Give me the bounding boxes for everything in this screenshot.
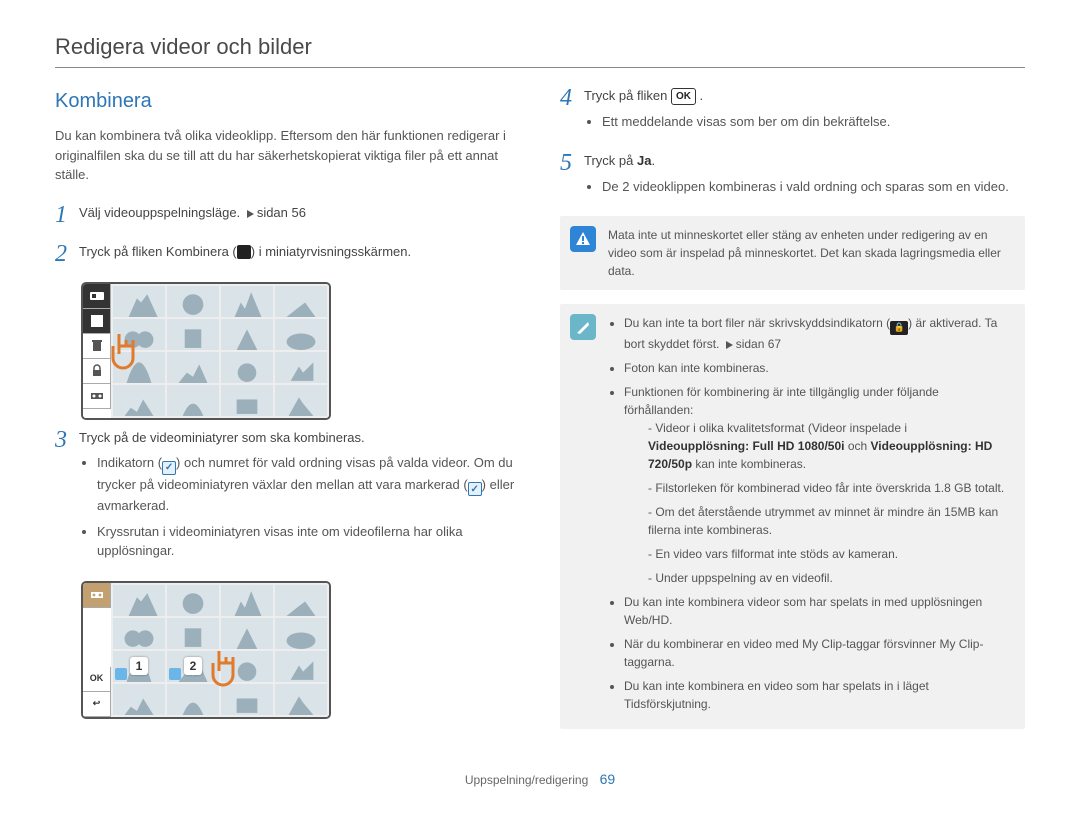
- note-icon: [570, 314, 596, 340]
- warning-text: Mata inte ut minneskortet eller stäng av…: [608, 228, 1001, 278]
- step-3-wrapper: 3 Tryck på de videominiatyrer som ska ko…: [55, 428, 520, 567]
- side-tab-clip-icon: [83, 309, 111, 334]
- title-rule: [55, 67, 1025, 68]
- step-2-before: Tryck på fliken Kombinera (: [79, 244, 237, 259]
- step-3-bullet-1: Indikatorn (✓) och numret för vald ordni…: [97, 453, 520, 516]
- thumbnail-screen-1: [81, 282, 331, 420]
- selected-thumb-2: 2: [167, 651, 219, 682]
- step-4-after: .: [696, 88, 703, 103]
- warning-box: Mata inte ut minneskortet eller stäng av…: [560, 216, 1025, 290]
- side-tab-delete-icon: [83, 334, 111, 359]
- arrow-right-icon: [726, 341, 733, 349]
- page-title: Redigera videor och bilder: [55, 30, 1025, 63]
- selected-thumb-1: 1: [113, 651, 165, 682]
- order-number-badge: 2: [184, 657, 202, 675]
- side-tab-protect-icon: [83, 359, 111, 384]
- order-number-badge: 1: [130, 657, 148, 675]
- side-tab-combine-icon: [83, 583, 111, 608]
- step-number: 3: [55, 428, 79, 452]
- step-3: 3 Tryck på de videominiatyrer som ska ko…: [55, 428, 520, 567]
- text: Indikatorn (: [97, 455, 162, 470]
- step-number: 5: [560, 151, 584, 175]
- step-1: 1 Välj videouppspelningsläge. sidan 56: [55, 203, 520, 229]
- lock-indicator-icon: 🔒: [890, 321, 908, 335]
- note-dash-2: Filstorleken för kombinerad video får in…: [648, 479, 1011, 497]
- note-bullet-5: När du kombinerar en video med My Clip-t…: [624, 635, 1011, 671]
- step-2-after: ) i miniatyrvisningsskärmen.: [251, 244, 411, 259]
- bold: Videoupplösning: Full HD 1080/50i: [648, 439, 844, 453]
- side-tab-ok-button: OK: [83, 667, 111, 692]
- note-bullet-6: Du kan inte kombinera en video som har s…: [624, 677, 1011, 713]
- step-2: 2 Tryck på fliken Kombinera ( ) i miniaty…: [55, 242, 520, 268]
- check-badge-icon: [169, 668, 181, 680]
- section-heading: Kombinera: [55, 86, 520, 116]
- check-indicator-icon: ✓: [468, 482, 482, 496]
- step-3-bullet-2: Kryssrutan i videominiatyren visas inte …: [97, 522, 520, 561]
- step-5: 5 Tryck på Ja. De 2 videoklippen kombine…: [560, 151, 1025, 202]
- step-number: 4: [560, 86, 584, 110]
- page-footer: Uppspelning/redigering 69: [55, 769, 1025, 790]
- text: kan inte kombineras.: [692, 457, 806, 471]
- text: Videor i olika kvalitetsformat (Videor i…: [655, 421, 907, 435]
- arrow-right-icon: [247, 210, 254, 218]
- steps-1-3: 1 Välj videouppspelningsläge. sidan 56 2…: [55, 203, 520, 268]
- note-dash-5: Under uppspelning av en videofil.: [648, 569, 1011, 587]
- step-1-pageref: sidan 56: [257, 205, 306, 220]
- combine-tab-icon: [237, 245, 251, 259]
- footer-section: Uppspelning/redigering: [465, 773, 588, 787]
- left-column: Kombinera Du kan kombinera två olika vid…: [55, 86, 520, 743]
- note-bullet-4: Du kan inte kombinera videor som har spe…: [624, 593, 1011, 629]
- step-4-bullet-1: Ett meddelande visas som ber om din bekr…: [602, 112, 1025, 132]
- note-dash-4: En video vars filformat inte stöds av ka…: [648, 545, 1011, 563]
- text: och: [844, 439, 870, 453]
- step-5-bullet-1: De 2 videoklippen kombineras i vald ordn…: [602, 177, 1025, 197]
- page-ref: sidan 67: [736, 337, 781, 351]
- note-bullet-1: Du kan inte ta bort filer när skrivskydd…: [624, 314, 1011, 353]
- text: Funktionen för kombinering är inte tillg…: [624, 385, 939, 417]
- step-4-before: Tryck på fliken: [584, 88, 671, 103]
- step-number: 2: [55, 242, 79, 266]
- side-tab-hd-icon: [83, 284, 111, 309]
- check-badge-icon: [115, 668, 127, 680]
- step-5-after: .: [651, 153, 655, 168]
- step-4: 4 Tryck på fliken OK . Ett meddelande vi…: [560, 86, 1025, 137]
- notes-box: Du kan inte ta bort filer när skrivskydd…: [560, 304, 1025, 729]
- note-bullet-3: Funktionen för kombinering är inte tillg…: [624, 383, 1011, 587]
- check-indicator-icon: ✓: [162, 461, 176, 475]
- ok-button-icon: OK: [671, 88, 696, 105]
- warning-icon: [570, 226, 596, 252]
- step-5-before: Tryck på: [584, 153, 637, 168]
- intro-text: Du kan kombinera två olika videoklipp. E…: [55, 126, 520, 185]
- footer-page-number: 69: [600, 771, 616, 787]
- step-3-text: Tryck på de videominiatyrer som ska komb…: [79, 428, 520, 448]
- side-tab-combine-icon: [83, 384, 111, 409]
- step-number: 1: [55, 203, 79, 227]
- content-columns: Kombinera Du kan kombinera två olika vid…: [55, 86, 1025, 743]
- text: Du kan inte ta bort filer när skrivskydd…: [624, 316, 890, 330]
- step-1-text: Välj videouppspelningsläge.: [79, 205, 240, 220]
- steps-4-5: 4 Tryck på fliken OK . Ett meddelande vi…: [560, 86, 1025, 202]
- note-dash-1: Videor i olika kvalitetsformat (Videor i…: [648, 419, 1011, 473]
- side-tab-back-button: ↩: [83, 692, 111, 717]
- step-5-bold: Ja: [637, 153, 651, 168]
- right-column: 4 Tryck på fliken OK . Ett meddelande vi…: [560, 86, 1025, 743]
- thumbnail-screen-2: OK ↩ 1 2: [81, 581, 331, 719]
- note-dash-3: Om det återstående utrymmet av minnet är…: [648, 503, 1011, 539]
- note-bullet-2: Foton kan inte kombineras.: [624, 359, 1011, 377]
